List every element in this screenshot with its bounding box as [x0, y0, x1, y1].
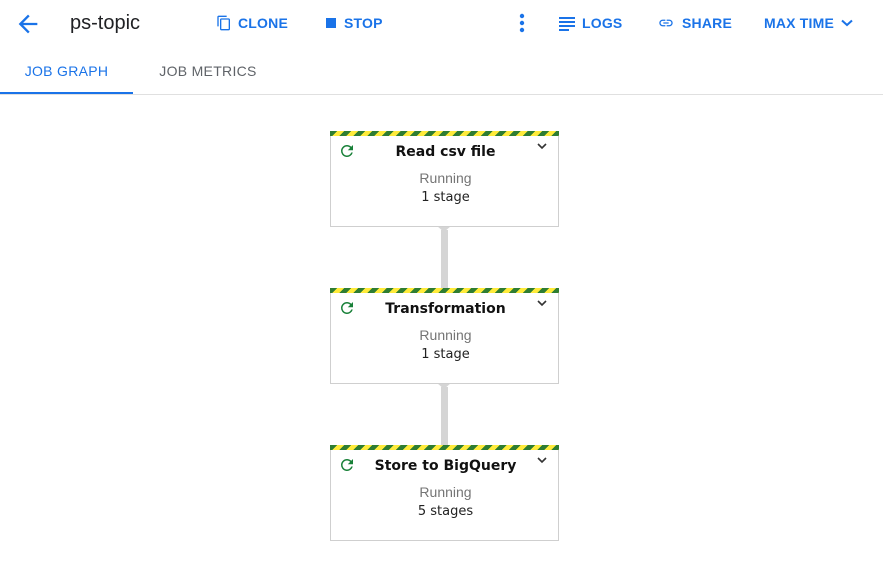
- share-label: SHARE: [682, 15, 733, 31]
- graph-node-store-bigquery[interactable]: Store to BigQuery Running 5 stages: [330, 445, 559, 541]
- clone-button[interactable]: CLONE: [216, 13, 288, 33]
- tab-bar: JOB GRAPH JOB METRICS: [0, 50, 883, 95]
- node-status: Running: [419, 327, 472, 343]
- graph-node-transformation[interactable]: Transformation Running 1 stage: [330, 288, 559, 384]
- tab-job-metrics[interactable]: JOB METRICS: [140, 50, 276, 92]
- more-options-button[interactable]: [512, 11, 532, 35]
- node-name: Read csv file: [395, 144, 496, 160]
- node-name: Store to BigQuery: [374, 458, 517, 474]
- running-stripe: [330, 288, 559, 293]
- clone-label: CLONE: [238, 15, 288, 31]
- back-button[interactable]: [14, 10, 42, 38]
- node-stage-count: 1 stage: [421, 347, 470, 362]
- logs-label: LOGS: [582, 15, 623, 31]
- node-status: Running: [419, 484, 472, 500]
- copy-icon: [217, 15, 230, 31]
- logs-button[interactable]: LOGS: [558, 13, 622, 33]
- share-button[interactable]: SHARE: [656, 13, 732, 33]
- more-vert-icon: [519, 13, 525, 33]
- node-stage-count: 5 stages: [417, 504, 474, 519]
- graph-edge: [441, 230, 448, 290]
- node-stage-count: 1 stage: [421, 190, 470, 205]
- running-stripe: [330, 445, 559, 450]
- graph-edge: [441, 387, 448, 447]
- running-stripe: [330, 131, 559, 136]
- time-range-label: MAX TIME: [764, 15, 835, 31]
- node-name: Transformation: [385, 301, 506, 317]
- stop-button[interactable]: STOP: [324, 13, 383, 33]
- arrow-back-icon: [18, 14, 38, 34]
- graph-node-read-csv[interactable]: Read csv file Running 1 stage: [330, 131, 559, 227]
- top-toolbar: ps-topic CLONE STOP LOGS SHARE MAX TIME: [0, 0, 883, 48]
- stop-icon: [326, 18, 336, 28]
- node-status: Running: [419, 170, 472, 186]
- chevron-down-icon: [841, 19, 853, 27]
- tab-job-graph[interactable]: JOB GRAPH: [0, 50, 133, 94]
- time-range-dropdown[interactable]: MAX TIME: [764, 13, 853, 33]
- link-icon: [659, 19, 673, 27]
- stop-label: STOP: [344, 15, 383, 31]
- list-icon: [559, 17, 575, 31]
- job-title: ps-topic: [70, 12, 141, 34]
